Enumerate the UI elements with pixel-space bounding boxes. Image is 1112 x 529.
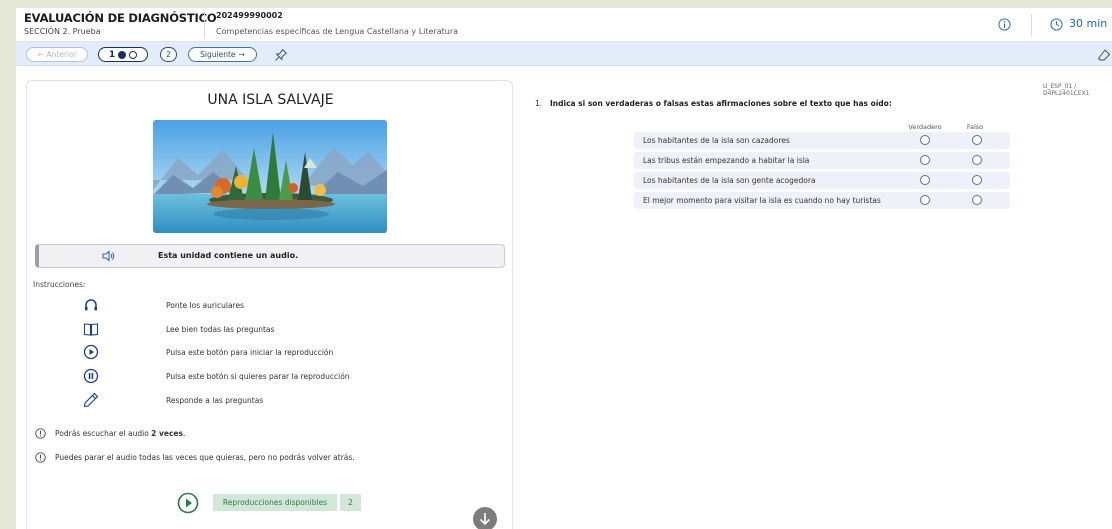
instruction-text: Ponte los auriculares <box>166 301 245 310</box>
statement-text: Los habitantes de la isla son gente acog… <box>643 176 816 185</box>
question-number: 1. <box>535 99 543 108</box>
statement-row: Los habitantes de la isla son cazadores <box>634 132 1010 149</box>
step-1-button[interactable]: 1 <box>98 47 148 62</box>
true-radio[interactable] <box>920 195 930 205</box>
divider <box>1031 14 1032 36</box>
divider <box>204 12 205 38</box>
instructions-heading: Instrucciones: <box>33 280 86 289</box>
instruction-row: Ponte los auriculares <box>27 297 514 313</box>
warning-icon <box>35 428 46 439</box>
exam-title: EVALUACIÓN DE DIAGNÓSTICO <box>24 11 217 25</box>
story-title: UNA ISLA SALVAJE <box>207 92 334 108</box>
pencil-icon <box>83 392 99 408</box>
instruction-row: Pulsa este botón si quieres parar la rep… <box>27 368 514 384</box>
arrow-left-icon: ← <box>37 50 44 59</box>
island-illustration <box>153 120 387 233</box>
audio-notice-text: Esta unidad contiene un audio. <box>158 251 299 260</box>
audio-notice: Esta unidad contiene un audio. <box>35 244 505 268</box>
plays-available-count: 2 <box>340 494 361 511</box>
play-button[interactable] <box>177 492 199 514</box>
next-label: Siguiente <box>200 50 236 59</box>
instruction-row: Lee bien todas las preguntas <box>27 321 514 337</box>
story-panel: UNA ISLA SALVAJE Esta unidad contiene un… <box>26 80 513 529</box>
statement-row: Las tribus están empezando a habitar la … <box>634 152 1010 169</box>
app-window: EVALUACIÓN DE DIAGNÓSTICO SECCIÓN 2. Pru… <box>16 8 1112 529</box>
instruction-text: Pulsa este botón si quieres parar la rep… <box>166 372 350 381</box>
note-text-bold: 2 veces <box>151 429 183 438</box>
instruction-text: Lee bien todas las preguntas <box>166 325 275 334</box>
statement-row: El mejor momento para visitar la isla es… <box>634 192 1010 209</box>
statement-text: Los habitantes de la isla son cazadores <box>643 136 790 145</box>
note-text: Puedes parar el audio todas las veces qu… <box>55 453 355 462</box>
pin-icon[interactable] <box>274 48 288 62</box>
play-circle-icon <box>83 344 99 360</box>
note-text: Podrás escuchar el audio 2 veces. <box>55 429 185 438</box>
column-false-header: Falso <box>966 123 984 131</box>
eraser-icon[interactable] <box>1097 48 1111 62</box>
instruction-text: Responde a las preguntas <box>166 396 264 405</box>
headphones-icon <box>85 299 97 311</box>
top-bar: EVALUACIÓN DE DIAGNÓSTICO SECCIÓN 2. Pru… <box>16 8 1112 42</box>
true-radio[interactable] <box>920 175 930 185</box>
timer-text: 30 min <box>1069 17 1108 30</box>
statement-text: Las tribus están empezando a habitar la … <box>643 156 810 165</box>
step-2-button[interactable]: 2 <box>160 47 177 62</box>
statement-text: El mejor momento para visitar la isla es… <box>643 196 881 205</box>
statement-row: Los habitantes de la isla son gente acog… <box>634 172 1010 189</box>
false-radio[interactable] <box>972 175 982 185</box>
note-text-suffix: . <box>182 429 186 438</box>
exam-code: 202499990002 <box>216 11 283 20</box>
info-icon[interactable] <box>998 18 1011 31</box>
previous-label: Anterior <box>46 50 77 59</box>
false-radio[interactable] <box>972 155 982 165</box>
true-radio[interactable] <box>920 135 930 145</box>
exam-section: SECCIÓN 2. Prueba <box>24 27 101 36</box>
item-reference: U_ESP_01 / D4PL2401CEX1 <box>1043 83 1090 97</box>
instruction-row: Responde a las preguntas <box>27 392 514 408</box>
plays-available-label: Reproducciones disponibles <box>213 494 337 511</box>
next-button[interactable]: Siguiente → <box>188 47 257 62</box>
previous-button[interactable]: ← Anterior <box>26 47 88 62</box>
audio-plays-note: Podrás escuchar el audio 2 veces. <box>35 427 505 441</box>
scroll-down-button[interactable] <box>473 507 497 529</box>
step-1-label: 1 <box>108 49 116 60</box>
book-icon <box>83 323 99 336</box>
clock-icon <box>1050 18 1063 31</box>
speaker-icon <box>102 250 115 262</box>
filled-dot-icon <box>118 50 127 59</box>
competence-label: Competencias específicas de Lengua Caste… <box>216 27 459 36</box>
true-radio[interactable] <box>920 155 930 165</box>
instruction-text: Pulsa este botón para iniciar la reprodu… <box>166 348 334 357</box>
arrow-down-icon <box>479 513 491 526</box>
question-text: Indica si son verdaderas o falsas estas … <box>550 99 892 108</box>
navigation-bar: ← Anterior 1 2 Siguiente → <box>16 42 1112 66</box>
note-text-prefix: Podrás escuchar el audio <box>55 429 152 438</box>
pause-circle-icon <box>83 368 99 384</box>
empty-dot-icon <box>129 50 138 59</box>
audio-pause-note: Puedes parar el audio todas las veces qu… <box>35 451 505 465</box>
arrow-right-icon: → <box>238 50 245 59</box>
column-true-header: Verdadero <box>908 123 942 131</box>
false-radio[interactable] <box>972 135 982 145</box>
warning-icon <box>35 452 46 463</box>
false-radio[interactable] <box>972 195 982 205</box>
instruction-row: Pulsa este botón para iniciar la reprodu… <box>27 344 514 360</box>
